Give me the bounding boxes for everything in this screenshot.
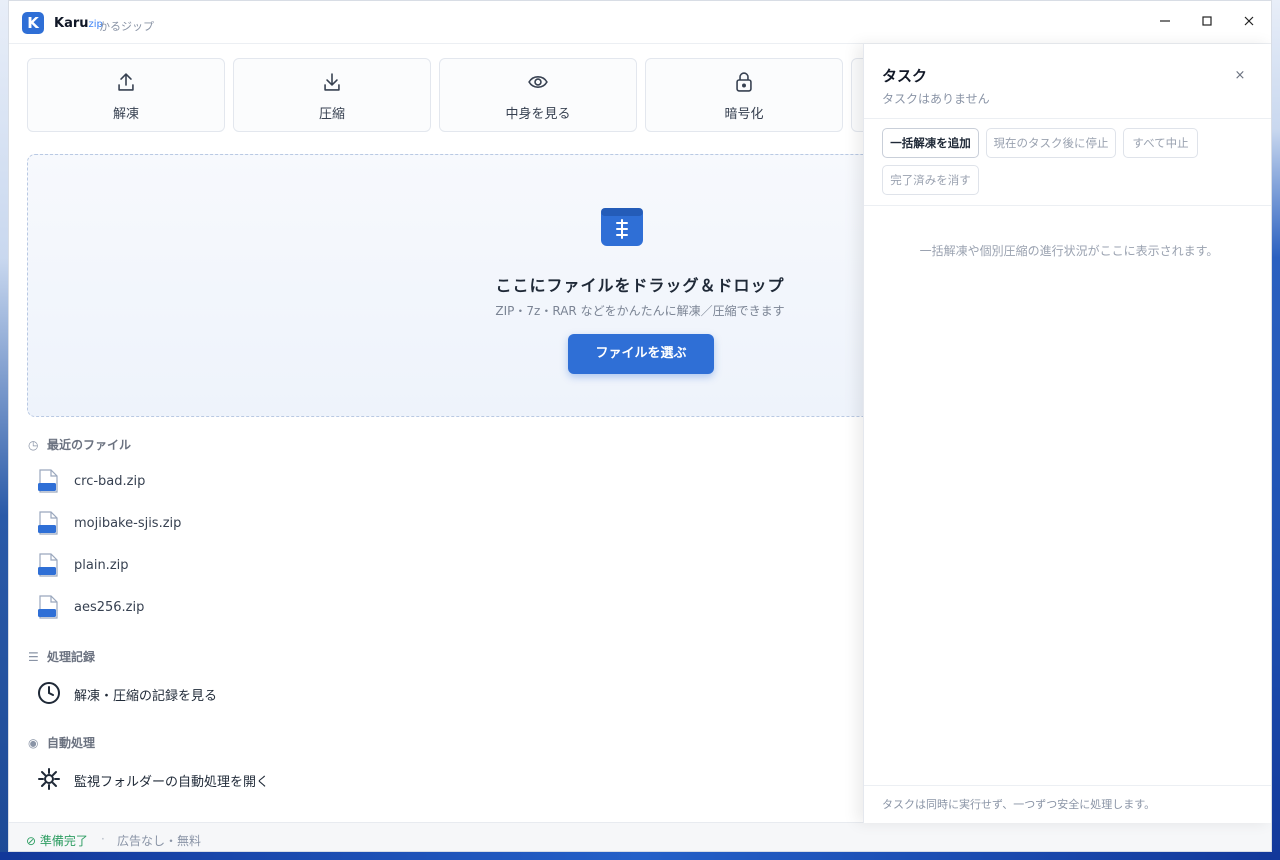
maximize-button[interactable] — [1187, 9, 1227, 37]
archive-icon — [601, 208, 643, 246]
recent-files-heading-text: 最近のファイル — [47, 438, 132, 452]
open-watch-folder-link[interactable]: 監視フォルダーの自動処理を開く — [37, 763, 437, 793]
status-ready: ⊘ 準備完了 — [26, 832, 88, 849]
recent-file-name: plain.zip — [74, 558, 129, 573]
encrypt-label: 暗号化 — [724, 107, 764, 122]
history-heading-text: 処理記録 — [47, 650, 96, 664]
gear-icon — [38, 768, 60, 790]
minimize-button[interactable] — [1145, 9, 1185, 37]
task-panel-subtitle: タスクはありません — [882, 92, 990, 106]
add-batch-extract-button[interactable]: 一括解凍を追加 — [882, 128, 979, 158]
recent-file-item[interactable]: crc-bad.zip — [37, 466, 437, 496]
status-ad-free: 広告なし・無料 — [117, 834, 202, 848]
recent-file-name: mojibake-sjis.zip — [74, 516, 182, 531]
view-contents-button[interactable]: 中身を見る — [439, 58, 637, 132]
recent-file-name: aes256.zip — [74, 600, 145, 615]
zip-file-icon — [38, 553, 58, 577]
eye-small-icon: ◉ — [28, 736, 39, 750]
upload-icon — [118, 73, 134, 91]
extract-label: 解凍 — [112, 107, 139, 122]
desktop-background-bottom — [0, 852, 1280, 860]
minimize-icon — [1160, 20, 1170, 22]
lock-icon — [736, 72, 752, 92]
zip-file-icon — [38, 469, 58, 493]
view-history-label: 解凍・圧縮の記録を見る — [74, 689, 218, 704]
app-name: Karu — [54, 16, 89, 31]
choose-file-button[interactable]: ファイルを選ぶ — [568, 334, 714, 374]
close-icon — [1244, 16, 1254, 26]
maximize-icon — [1202, 16, 1212, 26]
stop-after-current-button[interactable]: 現在のタスク後に停止 — [986, 128, 1116, 158]
view-contents-label: 中身を見る — [505, 107, 571, 122]
eye-icon — [528, 76, 548, 88]
recent-file-item[interactable]: aes256.zip — [37, 592, 437, 622]
recent-file-item[interactable]: mojibake-sjis.zip — [37, 508, 437, 538]
clock-small-icon: ◷ — [28, 438, 39, 452]
task-panel-footer: タスクは同時に実行せず、一つずつ安全に処理します。 — [882, 798, 1156, 811]
status-bar: ⊘ 準備完了 · 広告なし・無料 — [9, 822, 1271, 851]
title-bar[interactable]: K Karuzip かるジップ — [9, 1, 1271, 44]
recent-file-name: crc-bad.zip — [74, 474, 146, 489]
divider — [864, 118, 1271, 119]
clock-icon — [38, 682, 60, 704]
zip-file-icon — [38, 595, 58, 619]
open-watch-folder-label: 監視フォルダーの自動処理を開く — [74, 775, 270, 790]
divider — [864, 205, 1271, 206]
clear-completed-button[interactable]: 完了済みを消す — [882, 165, 979, 195]
recent-file-item[interactable]: plain.zip — [37, 550, 437, 580]
view-history-link[interactable]: 解凍・圧縮の記録を見る — [37, 677, 437, 707]
app-window: K Karuzip かるジップ 解凍 圧縮 中身を見る 暗号化 ここにファイルを… — [8, 0, 1272, 852]
recent-files-heading: ◷ 最近のファイル — [28, 436, 131, 453]
app-subtitle: かるジップ — [99, 20, 154, 33]
divider — [864, 785, 1271, 786]
app-logo-icon: K — [22, 12, 44, 34]
encrypt-button[interactable]: 暗号化 — [645, 58, 843, 132]
zip-file-icon — [38, 511, 58, 535]
app-title: Karuzip — [54, 16, 103, 31]
task-panel-title: タスク — [882, 67, 928, 85]
desktop-background-left — [0, 0, 8, 860]
list-icon: ☰ — [28, 650, 39, 664]
close-task-panel-button[interactable]: × — [1232, 68, 1248, 84]
history-heading: ☰ 処理記録 — [28, 648, 95, 665]
auto-processing-heading-text: 自動処理 — [47, 736, 96, 750]
auto-processing-heading: ◉ 自動処理 — [28, 734, 95, 751]
download-icon — [324, 73, 340, 91]
stop-all-button[interactable]: すべて中止 — [1123, 128, 1198, 158]
compress-label: 圧縮 — [318, 107, 345, 122]
close-window-button[interactable] — [1229, 9, 1269, 37]
extract-button[interactable]: 解凍 — [27, 58, 225, 132]
check-circle-icon: ⊘ — [26, 834, 37, 848]
status-separator: · — [101, 832, 105, 846]
status-ready-text: 準備完了 — [39, 834, 88, 848]
desktop-background-right — [1272, 0, 1280, 860]
compress-button[interactable]: 圧縮 — [233, 58, 431, 132]
task-empty-message: 一括解凍や個別圧縮の進行状況がここに表示されます。 — [919, 244, 1219, 258]
task-panel: タスク タスクはありません × 一括解凍を追加 現在のタスク後に停止 すべて中止… — [863, 44, 1271, 823]
